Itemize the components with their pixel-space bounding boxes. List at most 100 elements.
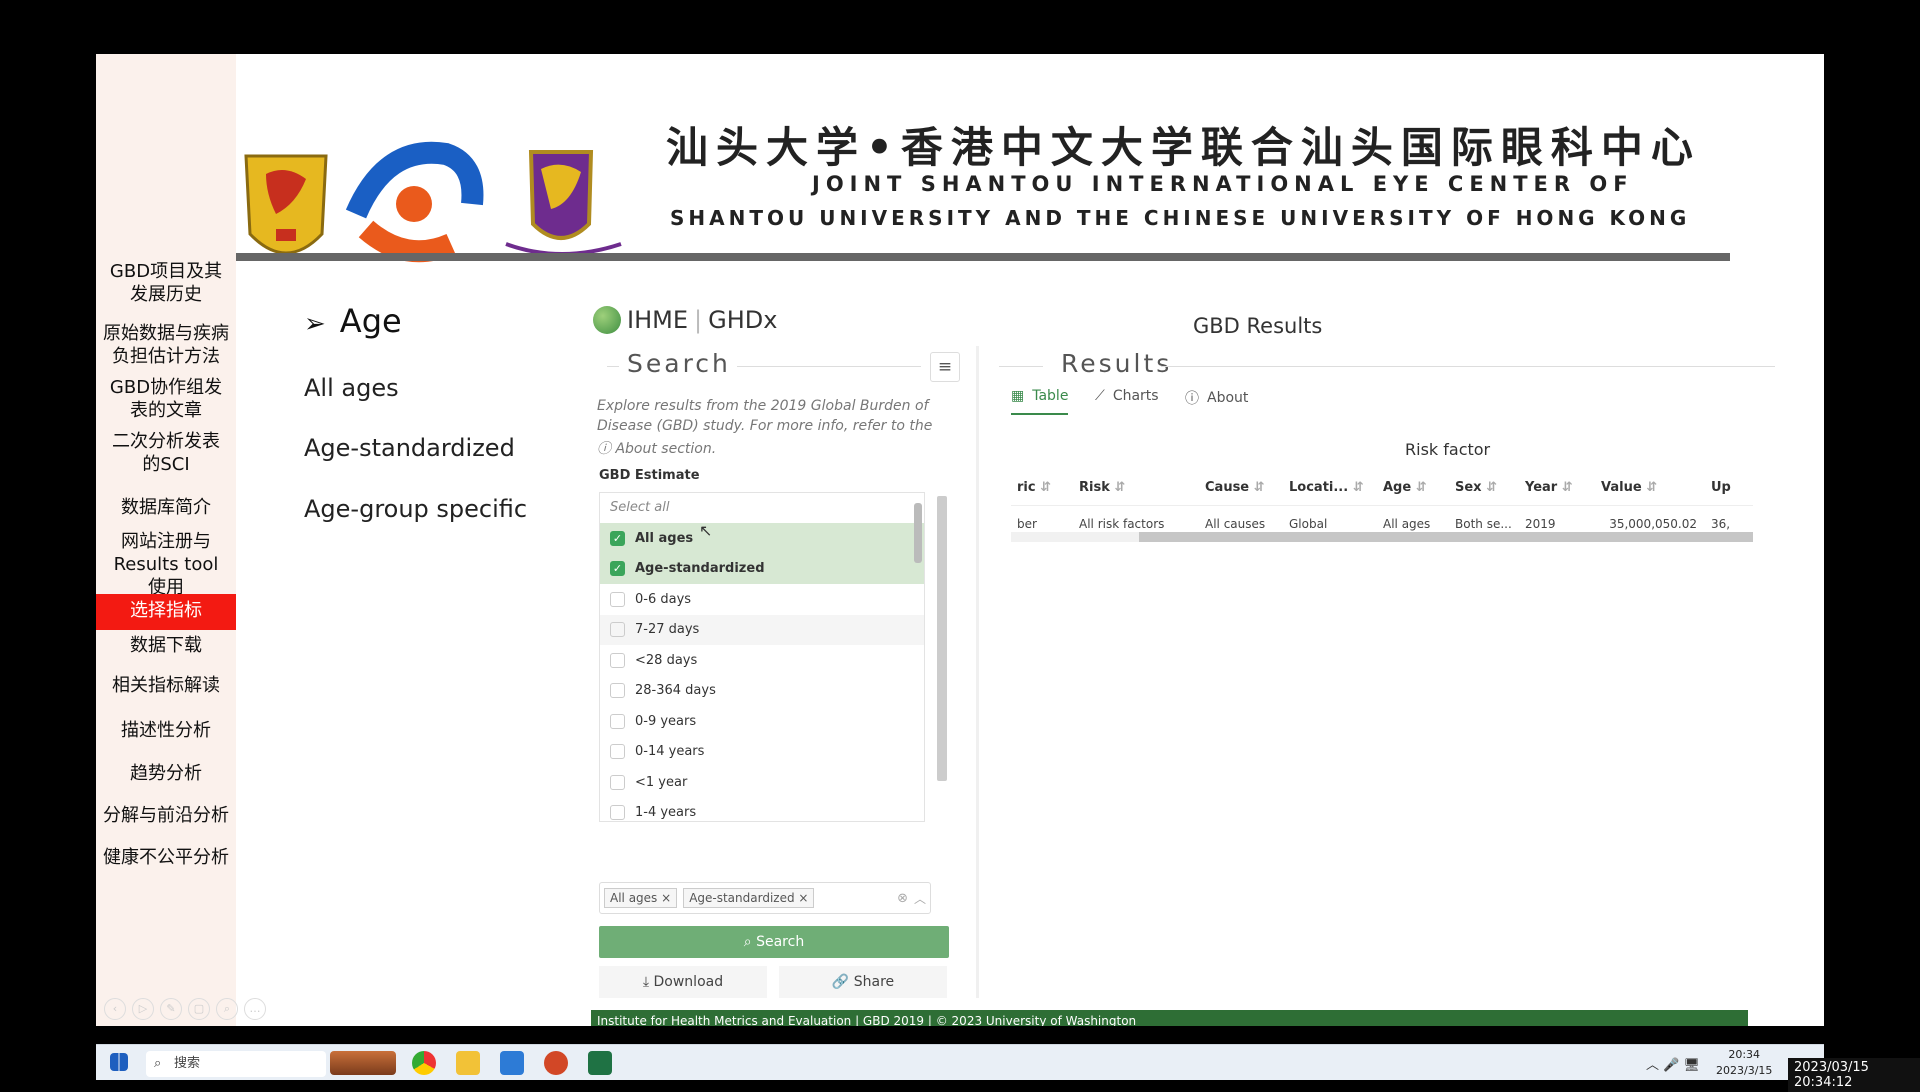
column-header[interactable]: Locati... ⇵ [1283,480,1377,495]
slides-grid-icon[interactable]: ▢ [188,998,210,1020]
age-options-list[interactable]: Select all ✓ All ages ✓ Age-standardized 0… [599,492,925,822]
tab-label: Table [1032,388,1069,404]
windows-start-icon[interactable] [110,1053,128,1071]
slide-sidebar: GBD项目及其 发展历史 原始数据与疾病 负担估计方法 GBD协作组发 表的文章… [96,54,236,1026]
checkbox-icon[interactable] [610,622,625,638]
column-header[interactable]: Age ⇵ [1377,480,1449,495]
option-0-9-years[interactable]: 0-9 years [600,706,924,737]
tab-about[interactable]: ⓘ About [1185,388,1248,408]
option-28-364-days[interactable]: 28-364 days [600,676,924,707]
clear-icon[interactable]: ⊗ [897,891,908,906]
option-label: 28-364 days [635,683,716,699]
photos-icon[interactable] [500,1051,524,1075]
column-header[interactable]: Year ⇵ [1519,480,1595,495]
checkbox-icon[interactable] [610,774,625,790]
checkbox-checked-icon[interactable]: ✓ [610,530,625,546]
tab-table[interactable]: ▦ Table [1011,388,1069,415]
column-header[interactable]: Sex ⇵ [1449,480,1519,495]
scrollbar-thumb[interactable] [1139,532,1753,542]
search-panel-title: Search [627,349,731,378]
sort-icon[interactable]: ⇵ [1646,480,1657,495]
checkbox-icon[interactable] [610,713,625,729]
play-icon[interactable]: ▷ [132,998,154,1020]
checkbox-checked-icon[interactable]: ✓ [610,561,625,577]
sidebar-item-raw-data[interactable]: 原始数据与疾病 负担估计方法 [96,322,236,368]
select-all-option[interactable]: Select all [600,493,924,523]
share-button[interactable]: 🔗 Share [779,966,947,998]
download-button-label: Download [653,974,724,990]
column-header[interactable]: ric ⇵ [1011,480,1073,495]
sidebar-item-database-intro[interactable]: 数据库简介 [96,496,236,519]
taskbar-clock[interactable]: 20:34 2023/3/15 [1716,1047,1772,1079]
sidebar-item-gbd-history[interactable]: GBD项目及其 发展历史 [96,260,236,306]
sidebar-item-registration[interactable]: 网站注册与 Results tool 使用 [96,530,236,599]
sidebar-item-sci[interactable]: 二次分析发表 的SCI [96,430,236,476]
chevron-up-icon[interactable]: ︿ [914,890,926,907]
sidebar-item-data-download[interactable]: 数据下载 [96,634,236,657]
checkbox-icon[interactable] [610,683,625,699]
panel-scrollbar[interactable] [937,496,947,781]
option-age-standardized[interactable]: ✓ Age-standardized [600,553,924,584]
prev-slide-icon[interactable]: ‹ [104,998,126,1020]
option-under-28-days[interactable]: <28 days [600,645,924,676]
column-header[interactable]: Value ⇵ [1595,480,1705,495]
column-header[interactable]: Cause ⇵ [1199,480,1283,495]
option-under-1-year[interactable]: <1 year [600,767,924,798]
download-button[interactable]: ⤓ Download [599,966,767,998]
line-chart-icon: ⟋ [1095,388,1105,404]
sort-icon[interactable]: ⇵ [1114,480,1125,495]
about-link[interactable]: ⓘ About section. [597,438,716,458]
table-cell: 35,000,050.02 [1609,517,1697,531]
sidebar-item-gbd-articles[interactable]: GBD协作组发 表的文章 [96,376,236,422]
windows-taskbar: ⌕ 搜索 ︿ 🎤 🖥 20:34 2023/3/15 [96,1044,1824,1080]
header-title-english-line1: JOINT SHANTOU INTERNATIONAL EYE CENTER O… [812,172,1634,196]
sort-icon[interactable]: ⇵ [1254,480,1265,495]
column-header[interactable]: Risk ⇵ [1073,480,1199,495]
sort-icon[interactable]: ⇵ [1416,480,1427,495]
sidebar-item-descriptive-analysis[interactable]: 描述性分析 [96,719,236,742]
option-all-ages[interactable]: ✓ All ages [600,523,924,554]
excel-icon[interactable] [588,1051,612,1075]
zoom-icon[interactable]: ⌕ [216,998,238,1020]
remove-tag-icon[interactable]: × [661,891,671,905]
checkbox-icon[interactable] [610,744,625,760]
checkbox-icon[interactable] [610,805,625,821]
sort-icon[interactable]: ⇵ [1562,480,1573,495]
option-label: All ages [635,530,694,546]
checkbox-icon[interactable] [610,591,625,607]
pen-icon[interactable]: ✎ [160,998,182,1020]
sort-icon[interactable]: ⇵ [1486,480,1497,495]
tab-charts[interactable]: ⟋ Charts [1095,388,1159,404]
jsiec-eye-logo-icon [345,141,484,263]
sort-icon[interactable]: ⇵ [1353,480,1364,495]
table-horizontal-scrollbar[interactable] [1011,532,1753,542]
list-scrollbar[interactable] [914,503,922,563]
column-label: Value [1601,480,1642,495]
sidebar-item-trend-analysis[interactable]: 趋势分析 [96,762,236,785]
search-button[interactable]: ⌕ Search [599,926,949,958]
option-0-6-days[interactable]: 0-6 days [600,584,924,615]
file-explorer-icon[interactable] [456,1051,480,1075]
chrome-icon[interactable] [412,1051,436,1075]
sidebar-item-decomposition[interactable]: 分解与前沿分析 [96,804,236,827]
sidebar-item-health-inequality[interactable]: 健康不公平分析 [96,846,236,869]
about-link-label: About section. [615,441,717,457]
sort-icon[interactable]: ⇵ [1040,480,1051,495]
powerpoint-icon[interactable] [544,1051,568,1075]
sidebar-item-indicator-interpretation[interactable]: 相关指标解读 [96,674,236,697]
option-7-27-days[interactable]: 7-27 days [600,614,924,645]
more-icon[interactable]: … [244,998,266,1020]
system-tray-icons[interactable]: ︿ 🎤 🖥 [1646,1054,1700,1073]
checkbox-icon[interactable] [610,652,625,668]
option-1-4-years[interactable]: 1-4 years [600,798,924,822]
sidebar-item-select-indicators[interactable]: 选择指标 [96,594,236,630]
ihme-ghdx-logo[interactable]: IHME | GHDx [593,306,777,334]
taskbar-search[interactable]: ⌕ 搜索 [146,1051,326,1077]
hamburger-menu-icon[interactable]: ≡ [930,352,960,382]
remove-tag-icon[interactable]: × [798,891,808,905]
help-circle-icon: ⓘ [597,441,616,457]
column-header[interactable]: Up [1705,480,1745,495]
option-0-14-years[interactable]: 0-14 years [600,737,924,768]
selected-tags-input[interactable]: All ages × Age-standardized × ⊗ ︿ [599,882,931,914]
taskbar-wallpaper-widget-icon[interactable] [330,1051,396,1075]
